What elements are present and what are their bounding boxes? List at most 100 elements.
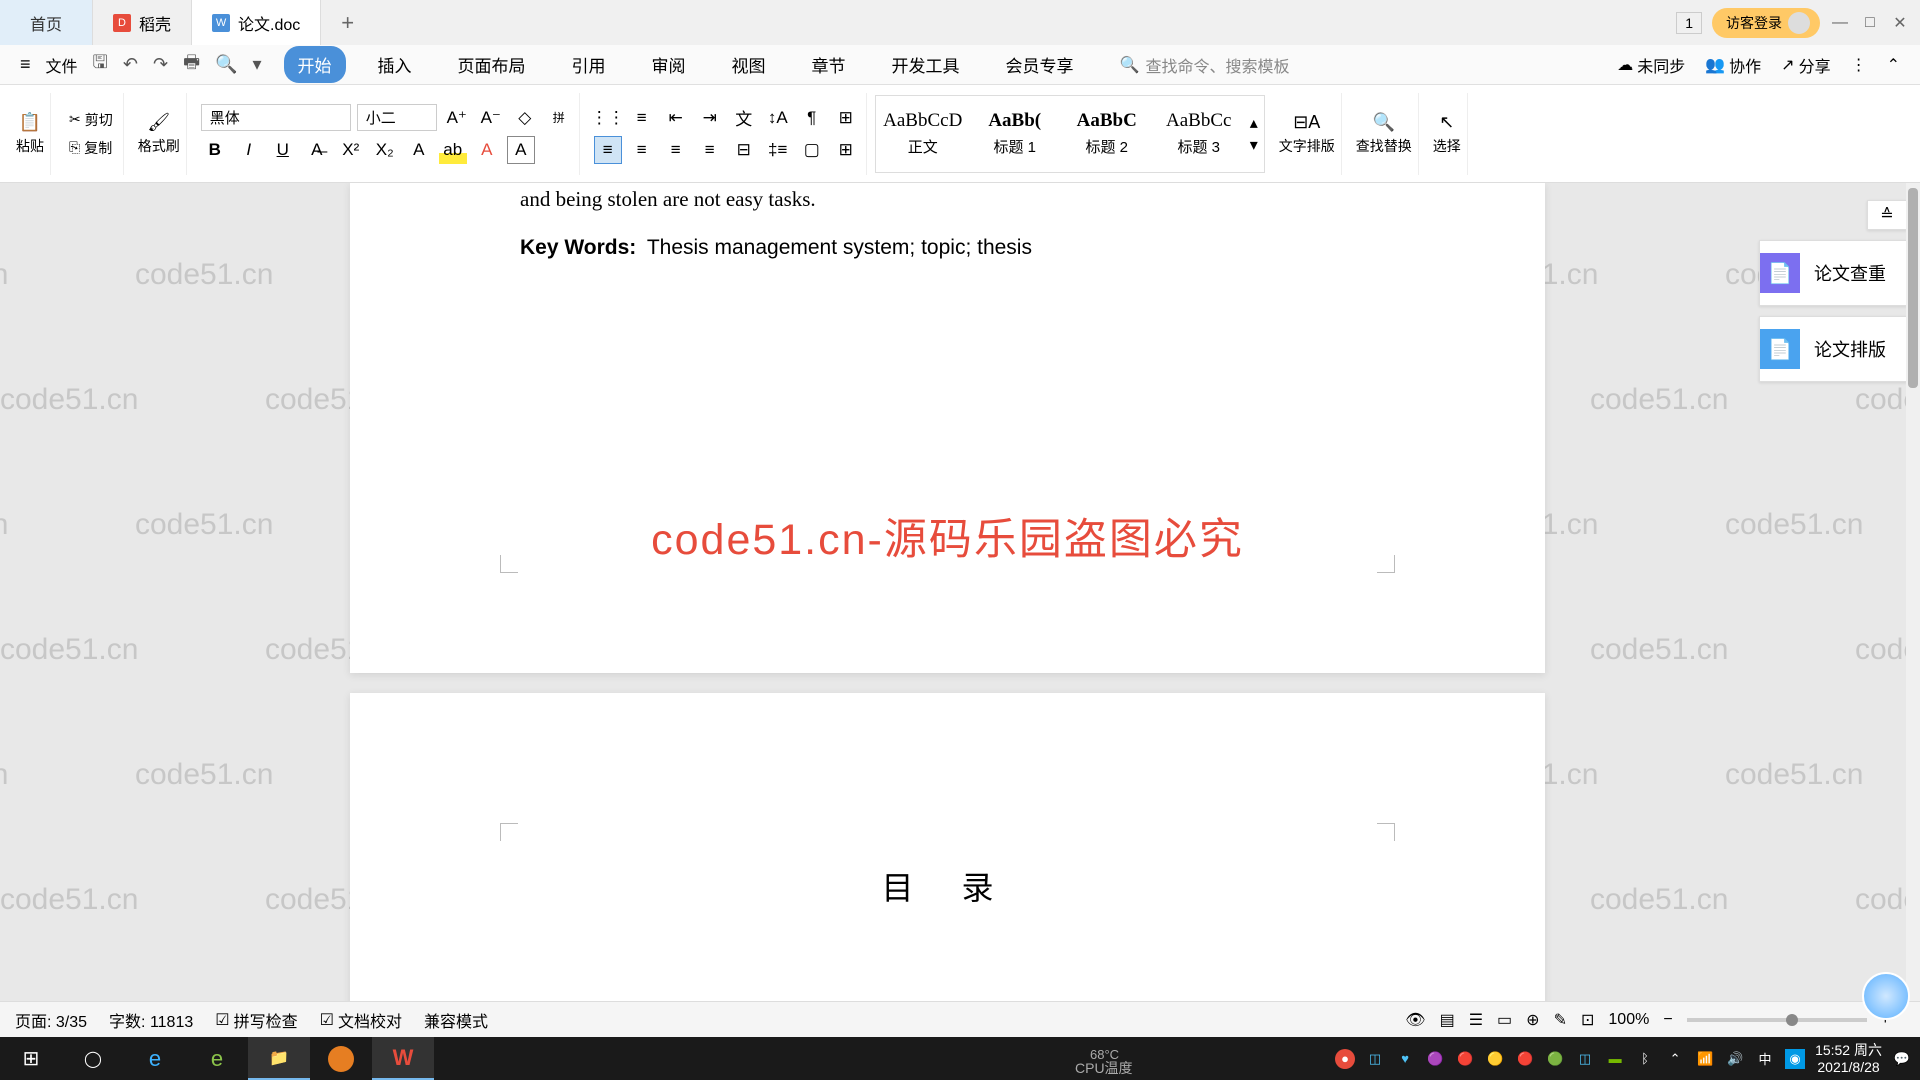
style-heading3[interactable]: AaBbCc标题 3	[1154, 98, 1244, 170]
outline-icon[interactable]: ☰	[1469, 1010, 1483, 1030]
keywords-line[interactable]: Key Words: Thesis management system; top…	[520, 235, 1375, 260]
task-wps[interactable]: W	[372, 1037, 434, 1080]
redo-icon[interactable]: ↷	[153, 54, 168, 75]
italic-button[interactable]: I	[235, 136, 263, 164]
menu-file[interactable]: 文件	[46, 53, 78, 77]
distribute-button[interactable]: ⊟	[730, 136, 758, 164]
font-color-button[interactable]: A	[473, 136, 501, 164]
task-browser[interactable]: e	[186, 1037, 248, 1080]
style-up-icon[interactable]: ▴	[1250, 113, 1258, 133]
borders-button[interactable]: ⊞	[832, 136, 860, 164]
wifi-icon[interactable]: 📶	[1695, 1049, 1715, 1069]
menu-references[interactable]: 引用	[558, 46, 620, 83]
menu-view[interactable]: 视图	[718, 46, 780, 83]
paste-button[interactable]: 📋 粘贴	[16, 112, 44, 156]
login-button[interactable]: 访客登录	[1712, 8, 1820, 38]
task-app1[interactable]	[310, 1037, 372, 1080]
tray-icon[interactable]: 🔴	[1515, 1049, 1535, 1069]
align-right-button[interactable]: ≡	[662, 136, 690, 164]
toc-heading[interactable]: 目 录	[520, 863, 1375, 909]
tray-icon[interactable]: 🔴	[1455, 1049, 1475, 1069]
tray-nvidia-icon[interactable]: ▬	[1605, 1049, 1625, 1069]
spell-check-toggle[interactable]: ☑拼写检查	[215, 1008, 297, 1032]
collab-button[interactable]: 👥协作	[1705, 53, 1761, 77]
menu-review[interactable]: 审阅	[638, 46, 700, 83]
tray-icon[interactable]: 🟡	[1485, 1049, 1505, 1069]
start-button[interactable]: ⊞	[0, 1037, 62, 1080]
format-painter-button[interactable]: 🖌 格式刷	[138, 112, 180, 156]
vertical-scrollbar[interactable]	[1906, 183, 1920, 1028]
font-name-select[interactable]	[201, 104, 351, 131]
menu-devtools[interactable]: 开发工具	[878, 46, 974, 83]
decrease-indent-button[interactable]: ⇤	[662, 104, 690, 132]
task-explorer[interactable]: 📁	[248, 1037, 310, 1080]
font-size-select[interactable]	[357, 104, 437, 131]
zoom-out-button[interactable]: −	[1663, 1011, 1672, 1029]
zoom-handle[interactable]	[1786, 1014, 1798, 1026]
tray-icon[interactable]: ◫	[1365, 1049, 1385, 1069]
tray-icon[interactable]: 🟢	[1545, 1049, 1565, 1069]
highlight-button[interactable]: ab	[439, 136, 467, 164]
dropdown-icon[interactable]: ▾	[252, 54, 261, 75]
search-command[interactable]: 🔍 查找命令、搜索模板	[1120, 53, 1290, 77]
copy-button[interactable]: ⎘复制	[65, 136, 117, 160]
tray-icon[interactable]: ◫	[1575, 1049, 1595, 1069]
floating-assistant[interactable]	[1862, 972, 1910, 1020]
undo-icon[interactable]: ↶	[123, 54, 138, 75]
notifications-icon[interactable]: 💬	[1892, 1049, 1912, 1069]
volume-icon[interactable]: 🔊	[1725, 1049, 1745, 1069]
web-icon[interactable]: ⊕	[1526, 1010, 1539, 1030]
style-heading1[interactable]: AaBb(标题 1	[970, 98, 1060, 170]
strike-button[interactable]: A̶	[303, 136, 331, 164]
scrollbar-thumb[interactable]	[1908, 188, 1918, 388]
hamburger-icon[interactable]: ≡	[20, 54, 31, 75]
eye-icon[interactable]: 👁	[1405, 1010, 1425, 1030]
tab-counter[interactable]: 1	[1676, 12, 1702, 34]
tray-app-icon[interactable]: ◉	[1785, 1049, 1805, 1069]
style-normal[interactable]: AaBbCcD正文	[878, 98, 968, 170]
close-button[interactable]: ✕	[1890, 13, 1910, 33]
sync-status[interactable]: ☁未同步	[1617, 53, 1685, 77]
tray-icon[interactable]: 🟣	[1425, 1049, 1445, 1069]
subscript-button[interactable]: X₂	[371, 136, 399, 164]
zoom-slider[interactable]	[1687, 1018, 1867, 1022]
style-down-icon[interactable]: ▾	[1250, 135, 1258, 155]
style-heading2[interactable]: AaBbC标题 2	[1062, 98, 1152, 170]
document-page-2[interactable]: 目 录	[350, 693, 1545, 1028]
shrink-font-icon[interactable]: A⁻	[477, 104, 505, 132]
menu-vip[interactable]: 会员专享	[992, 46, 1088, 83]
sort-button[interactable]: ↕A	[764, 104, 792, 132]
ime-indicator[interactable]: 中	[1755, 1049, 1775, 1069]
proof-toggle[interactable]: ☑文档校对	[320, 1008, 402, 1032]
page-indicator[interactable]: 页面: 3/35	[15, 1008, 87, 1032]
save-icon[interactable]: 🖫	[93, 50, 108, 80]
superscript-button[interactable]: X²	[337, 136, 365, 164]
menu-start[interactable]: 开始	[284, 46, 346, 83]
tray-up-icon[interactable]: ⌃	[1665, 1049, 1685, 1069]
grow-font-icon[interactable]: A⁺	[443, 104, 471, 132]
phonetic-icon[interactable]: 拼	[545, 104, 573, 132]
minimize-button[interactable]: —	[1830, 13, 1850, 33]
paragraph-mark-button[interactable]: ¶	[798, 104, 826, 132]
pen-icon[interactable]: ✎	[1554, 1010, 1567, 1030]
collapse-ribbon-icon[interactable]: ⌃	[1887, 55, 1900, 75]
align-left-button[interactable]: ≡	[594, 136, 622, 164]
justify-button[interactable]: ≡	[696, 136, 724, 164]
select-button[interactable]: ↖选择	[1433, 112, 1461, 156]
more-icon[interactable]: ⋮	[1851, 55, 1867, 75]
body-text[interactable]: and being stolen are not easy tasks.	[520, 183, 1375, 217]
line-spacing-button[interactable]: ‡≡	[764, 136, 792, 164]
side-thesis-layout[interactable]: 📄 论文排版	[1759, 316, 1907, 382]
document-canvas[interactable]: code51.cncode51.cncode51.cncode51.cncode…	[0, 183, 1920, 1028]
underline-button[interactable]: U	[269, 136, 297, 164]
numbering-button[interactable]: ≡	[628, 104, 656, 132]
print-layout-icon[interactable]: ▤	[1440, 1010, 1455, 1030]
menu-layout[interactable]: 页面布局	[444, 46, 540, 83]
cut-button[interactable]: ✂剪切	[65, 108, 117, 132]
menu-chapter[interactable]: 章节	[798, 46, 860, 83]
asian-layout-button[interactable]: 文	[730, 104, 758, 132]
share-button[interactable]: ↗分享	[1781, 53, 1830, 77]
preview-icon[interactable]: 🔍	[215, 54, 237, 75]
tray-icon[interactable]: ●	[1335, 1049, 1355, 1069]
document-page-1[interactable]: and being stolen are not easy tasks. Key…	[350, 183, 1545, 673]
